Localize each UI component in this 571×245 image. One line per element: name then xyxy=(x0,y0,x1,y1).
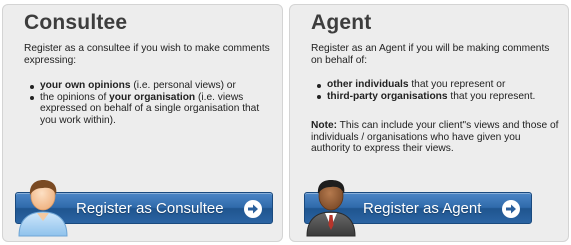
list-item-bold: third-party organisations xyxy=(327,90,448,102)
list-item-text: (i.e. personal views) or xyxy=(130,80,236,91)
consultee-list: your own opinions (i.e. personal views) … xyxy=(30,80,278,126)
list-item: your own opinions (i.e. personal views) … xyxy=(30,80,278,92)
consultee-panel: Consultee Register as a consultee if you… xyxy=(2,4,283,242)
register-agent-label: Register as Agent xyxy=(363,200,482,217)
businessman-icon xyxy=(306,180,356,237)
list-item-bold: other individuals xyxy=(327,79,409,90)
person-icon xyxy=(18,180,68,237)
list-item: other individuals that you represent or xyxy=(317,79,565,91)
list-item-bold: your own opinions xyxy=(40,80,131,91)
consultee-intro: Register as a consultee if you wish to m… xyxy=(24,43,270,66)
agent-panel: Agent Register as an Agent if you will b… xyxy=(289,4,569,242)
agent-list: other individuals that you represent or … xyxy=(317,79,565,102)
register-consultee-label: Register as Consultee xyxy=(76,200,224,217)
list-item-bold: your organisation xyxy=(109,91,196,103)
note-text: This can include your client"s views and… xyxy=(311,120,559,155)
agent-intro: Register as an Agent if you will be maki… xyxy=(311,43,550,66)
agent-heading: Agent xyxy=(311,11,372,34)
list-item: the opinions of your organisation (i.e. … xyxy=(30,92,278,127)
list-item-text: that you represent or xyxy=(408,79,506,90)
list-item-text: the opinions of xyxy=(40,91,110,103)
note-label: Note: xyxy=(311,120,338,131)
agent-note: Note: This can include your client"s vie… xyxy=(311,120,561,155)
arrow-right-circle-icon xyxy=(244,200,262,218)
list-item-text: that you represent. xyxy=(447,90,536,102)
consultee-heading: Consultee xyxy=(24,11,128,34)
arrow-right-circle-icon xyxy=(502,200,520,218)
list-item: third-party organisations that you repre… xyxy=(317,91,565,103)
